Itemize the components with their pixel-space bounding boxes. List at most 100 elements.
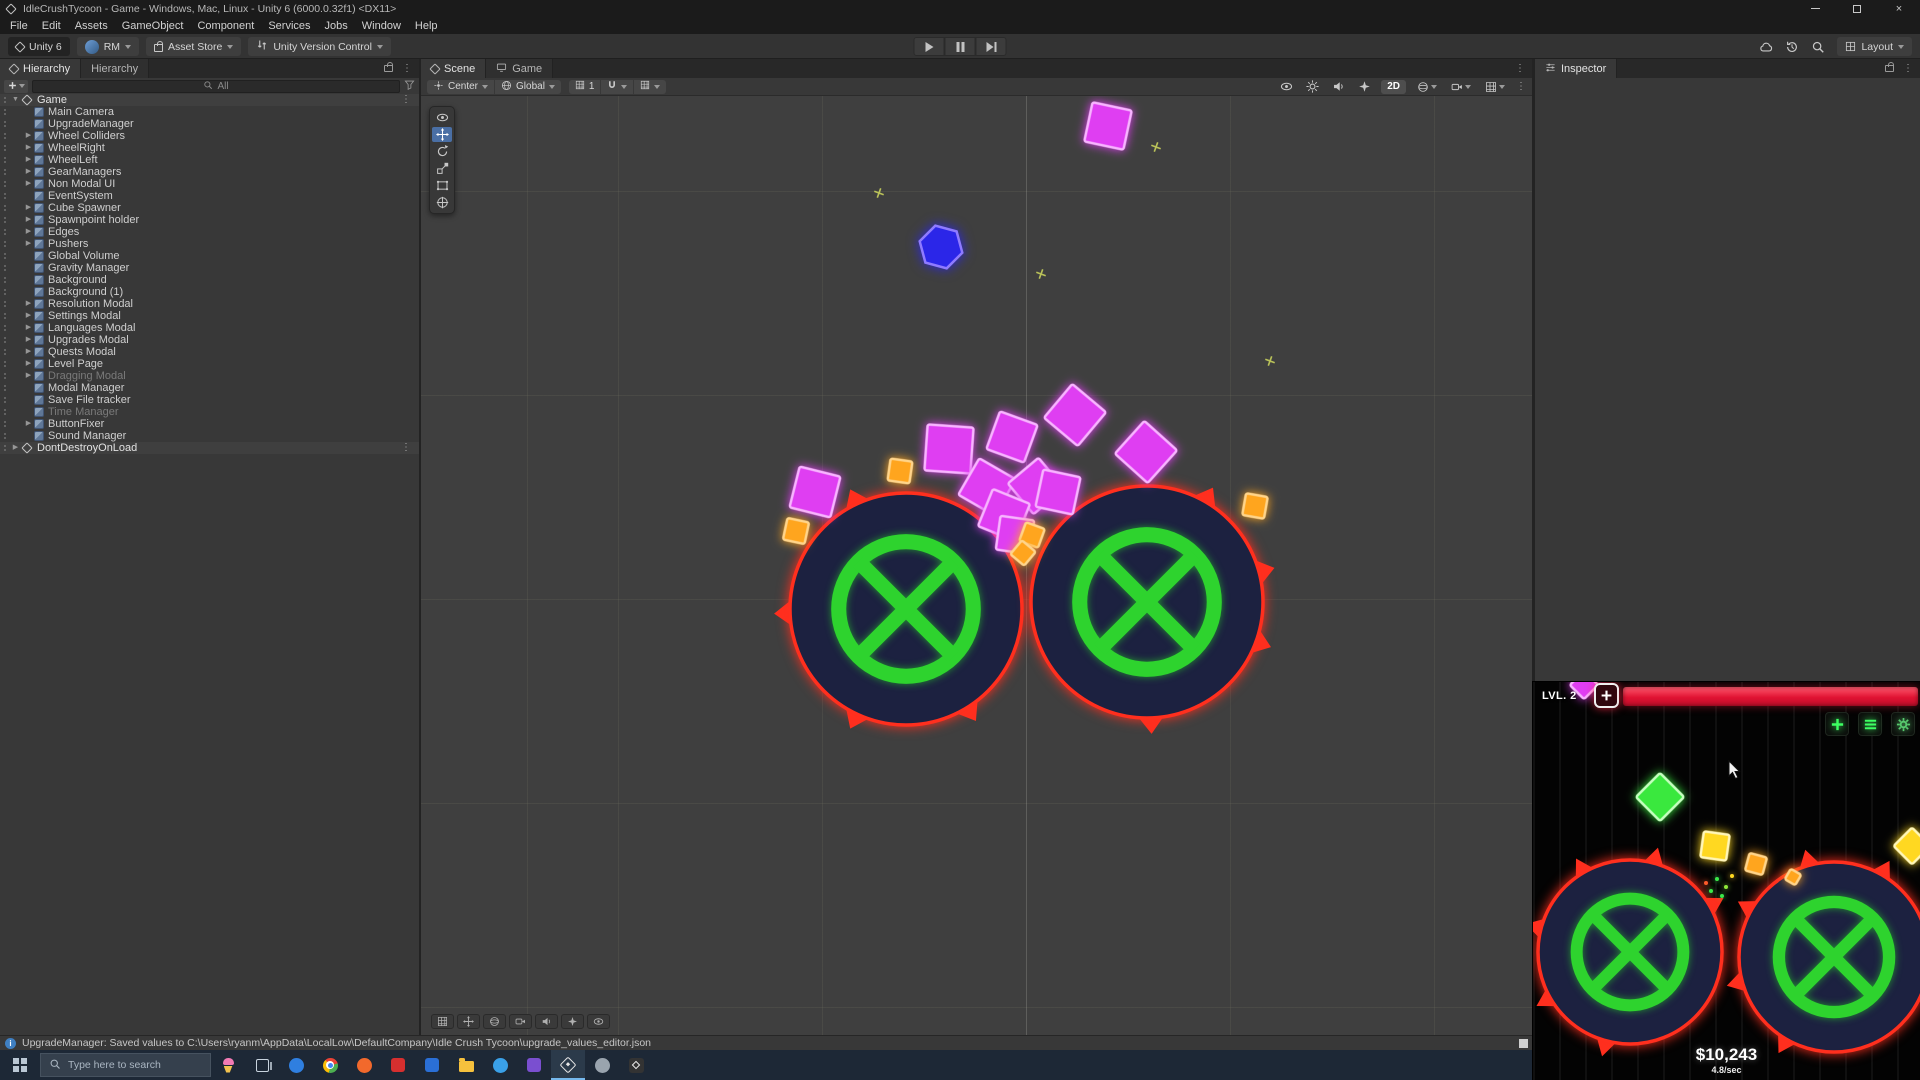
move-tool-button[interactable] <box>432 127 452 142</box>
status-message[interactable]: UpgradeManager: Saved values to C:\Users… <box>22 1037 651 1049</box>
grid-dropdown[interactable] <box>1482 80 1508 94</box>
menu-window[interactable]: Window <box>355 17 408 34</box>
rotate-tool-button[interactable] <box>432 144 452 159</box>
foldout-arrow-icon[interactable]: ▶ <box>23 322 34 334</box>
scene-canvas[interactable] <box>421 96 1532 1035</box>
visibility-toggle[interactable] <box>1277 80 1295 94</box>
menu-component[interactable]: Component <box>190 17 261 34</box>
scene-viewport[interactable] <box>421 96 1532 1035</box>
hierarchy-item-pushers[interactable]: ▶Pushers <box>0 238 419 250</box>
foldout-arrow-icon[interactable]: ▶ <box>23 226 34 238</box>
undo-history-button[interactable] <box>1785 40 1799 54</box>
taskbar-app-chrome[interactable] <box>313 1050 347 1080</box>
pivot-dropdown[interactable]: Center <box>427 80 494 94</box>
game-upgrades-button[interactable] <box>1858 712 1882 736</box>
taskbar-app-vscode[interactable] <box>483 1050 517 1080</box>
overlay-move-button[interactable] <box>457 1014 480 1029</box>
hierarchy-item-non-modal-ui[interactable]: ▶Non Modal UI <box>0 178 419 190</box>
foldout-arrow-icon[interactable]: ▶ <box>23 334 34 346</box>
account-button[interactable]: RM <box>77 37 139 56</box>
taskbar-app-outlook[interactable] <box>415 1050 449 1080</box>
foldout-arrow-icon[interactable]: ▶ <box>23 370 34 382</box>
orientation-dropdown[interactable]: Global <box>494 80 561 94</box>
foldout-arrow-icon[interactable]: ▶ <box>23 298 34 310</box>
tab-game[interactable]: Game <box>486 59 553 78</box>
foldout-arrow-icon[interactable]: ▶ <box>23 178 34 190</box>
foldout-arrow-icon[interactable]: ▶ <box>23 346 34 358</box>
play-button[interactable] <box>914 37 945 56</box>
taskbar-app-dessert-app[interactable] <box>211 1050 245 1080</box>
overlay-grid-button[interactable] <box>431 1014 454 1029</box>
panel-menu-icon[interactable]: ⋮ <box>402 64 412 74</box>
hierarchy-item-spawnpoint-holder[interactable]: ▶Spawnpoint holder <box>0 214 419 226</box>
effects-toggle[interactable] <box>1355 80 1373 94</box>
asset-store-button[interactable]: Asset Store <box>146 37 241 56</box>
menu-assets[interactable]: Assets <box>68 17 115 34</box>
game-settings-button[interactable] <box>1891 712 1915 736</box>
taskbar-app-adobe[interactable] <box>381 1050 415 1080</box>
foldout-arrow-icon[interactable]: ▶ <box>23 310 34 322</box>
maximize-button[interactable] <box>1836 0 1878 17</box>
menu-edit[interactable]: Edit <box>35 17 68 34</box>
game-add-button[interactable] <box>1825 712 1849 736</box>
audio-toggle[interactable] <box>1329 80 1347 94</box>
close-button[interactable]: × <box>1878 0 1920 17</box>
lock-icon[interactable] <box>1885 65 1894 72</box>
hierarchy-item-background-1[interactable]: Background (1) <box>0 286 419 298</box>
foldout-arrow-icon[interactable]: ▶ <box>23 130 34 142</box>
foldout-arrow-icon[interactable]: ▶ <box>23 418 34 430</box>
transform-tool-button[interactable] <box>432 195 452 210</box>
menu-jobs[interactable]: Jobs <box>318 17 355 34</box>
tab-scene[interactable]: Scene <box>421 59 486 78</box>
hierarchy-item-buttonfixer[interactable]: ▶ButtonFixer <box>0 418 419 430</box>
2d-mode-toggle[interactable]: 2D <box>1381 80 1406 94</box>
scale-tool-button[interactable] <box>432 161 452 176</box>
taskbar-app-unity-hub[interactable] <box>619 1050 653 1080</box>
menu-services[interactable]: Services <box>261 17 317 34</box>
menu-help[interactable]: Help <box>408 17 445 34</box>
menu-gameobject[interactable]: GameObject <box>115 17 191 34</box>
tab-inspector[interactable]: Inspector <box>1535 59 1617 78</box>
hierarchy-item-edges[interactable]: ▶Edges <box>0 226 419 238</box>
taskbar-app-firefox[interactable] <box>347 1050 381 1080</box>
hierarchy-item-settings-modal[interactable]: ▶Settings Modal <box>0 310 419 322</box>
hierarchy-item-gravity-manager[interactable]: Gravity Manager <box>0 262 419 274</box>
foldout-arrow-icon[interactable]: ▶ <box>23 238 34 250</box>
taskbar-app-settings[interactable] <box>585 1050 619 1080</box>
start-button[interactable] <box>0 1050 40 1080</box>
menu-file[interactable]: File <box>3 17 35 34</box>
unity-version-button[interactable]: Unity 6 <box>8 37 70 56</box>
hierarchy-item-modal-manager[interactable]: Modal Manager <box>0 382 419 394</box>
hierarchy-item-time-manager[interactable]: Time Manager <box>0 406 419 418</box>
add-gameobject-button[interactable] <box>4 80 28 93</box>
foldout-arrow-icon[interactable]: ▶ <box>10 442 21 454</box>
hierarchy-scene-dontdestroyonload[interactable]: ▶DontDestroyOnLoad⋮ <box>0 442 419 454</box>
taskbar-app-github-desktop[interactable] <box>517 1050 551 1080</box>
panel-menu-icon[interactable]: ⋮ <box>1903 64 1913 74</box>
hierarchy-item-languages-modal[interactable]: ▶Languages Modal <box>0 322 419 334</box>
hierarchy-item-level-page[interactable]: ▶Level Page <box>0 358 419 370</box>
hierarchy-item-upgrades-modal[interactable]: ▶Upgrades Modal <box>0 334 419 346</box>
hierarchy-item-upgrademanager[interactable]: UpgradeManager <box>0 118 419 130</box>
tab-hierarchy-2[interactable]: Hierarchy <box>81 59 149 78</box>
row-menu-icon[interactable]: ⋮ <box>401 443 411 453</box>
overlay-audio-button[interactable] <box>535 1014 558 1029</box>
foldout-arrow-icon[interactable]: ▶ <box>23 142 34 154</box>
game-window[interactable]: LVL. 2 $10,243 4.8/sec <box>1532 681 1920 1080</box>
hierarchy-item-dragging-modal[interactable]: ▶Dragging Modal <box>0 370 419 382</box>
lighting-toggle[interactable] <box>1303 80 1321 94</box>
hierarchy-item-sound-manager[interactable]: Sound Manager <box>0 430 419 442</box>
foldout-arrow-icon[interactable]: ▶ <box>23 154 34 166</box>
hierarchy-item-wheelright[interactable]: ▶WheelRight <box>0 142 419 154</box>
grid-size-field[interactable]: 1 <box>569 80 601 94</box>
hierarchy-item-eventsystem[interactable]: EventSystem <box>0 190 419 202</box>
view-tool-button[interactable] <box>432 110 452 125</box>
foldout-arrow-icon[interactable]: ▶ <box>23 214 34 226</box>
panel-menu-icon[interactable]: ⋮ <box>1515 64 1525 74</box>
taskbar-app-task-view[interactable] <box>245 1050 279 1080</box>
taskbar-search-input[interactable]: Type here to search <box>40 1053 211 1077</box>
overlay-fx-button[interactable] <box>561 1014 584 1029</box>
hierarchy-item-wheel-colliders[interactable]: ▶Wheel Colliders <box>0 130 419 142</box>
minimize-button[interactable] <box>1794 0 1836 17</box>
hierarchy-item-main-camera[interactable]: Main Camera <box>0 106 419 118</box>
